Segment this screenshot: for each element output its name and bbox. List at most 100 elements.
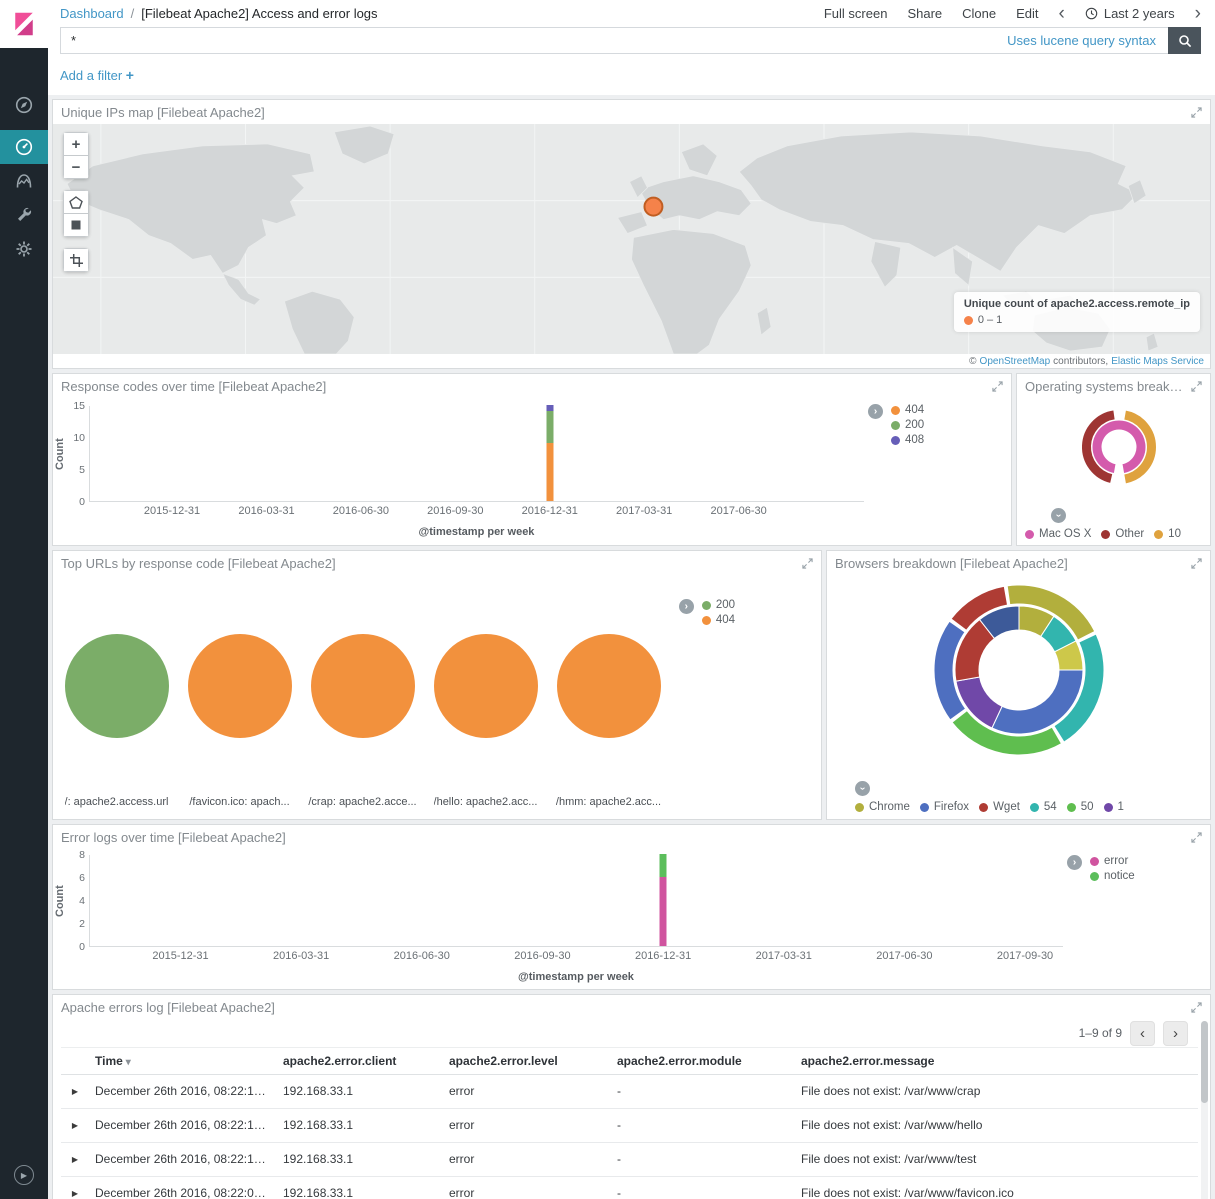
legend-item-408[interactable]: 408: [891, 434, 924, 446]
column-header-Time[interactable]: Time▾: [89, 1048, 277, 1075]
y-axis-tick: 15: [73, 400, 85, 412]
elastic-maps-service-link[interactable]: Elastic Maps Service: [1111, 356, 1204, 367]
pie-chart[interactable]: [557, 634, 661, 738]
pie-item: /crap: apache2.acce...: [301, 634, 424, 808]
time-forward-button[interactable]: ›: [1195, 4, 1201, 23]
lucene-syntax-link[interactable]: Uses lucene query syntax: [1007, 33, 1156, 48]
legend-item-error[interactable]: error: [1090, 855, 1135, 867]
legend-item-10[interactable]: 10: [1154, 528, 1181, 540]
expand-panel-icon[interactable]: [1191, 558, 1202, 569]
donut-chart: [1073, 401, 1165, 493]
expand-panel-icon[interactable]: [1191, 107, 1202, 118]
openstreetmap-link[interactable]: OpenStreetMap: [980, 356, 1051, 367]
expand-panel-icon[interactable]: [1191, 1002, 1202, 1013]
pie-chart[interactable]: [188, 634, 292, 738]
legend-item-54[interactable]: 54: [1030, 801, 1057, 813]
fit-bounds-button[interactable]: [63, 248, 89, 272]
legend-toggle-button[interactable]: ›: [1051, 508, 1066, 523]
legend-item-1[interactable]: 1: [1104, 801, 1124, 813]
time-picker[interactable]: Last 2 years: [1085, 6, 1175, 21]
table-row: ▶December 26th 2016, 08:22:13.000192.168…: [61, 1109, 1198, 1143]
zoom-in-button[interactable]: +: [63, 132, 89, 156]
pie-chart[interactable]: [65, 634, 169, 738]
legend-dot: [964, 316, 973, 325]
world-map[interactable]: + −: [53, 124, 1210, 354]
top-bar: Dashboard / [Filebeat Apache2] Access an…: [48, 0, 1215, 27]
stacked-bar-2016-12-31[interactable]: [660, 854, 667, 946]
stacked-bar-2016-12-31[interactable]: [546, 405, 553, 501]
chart-legend: › 404 200 408: [868, 398, 1011, 545]
bar-segment-200[interactable]: [546, 411, 553, 443]
legend-item-Mac OS X[interactable]: Mac OS X: [1025, 528, 1091, 540]
y-axis-tick: 4: [79, 895, 85, 907]
search-button[interactable]: [1168, 27, 1201, 54]
legend-toggle-button[interactable]: ›: [679, 599, 694, 614]
share-button[interactable]: Share: [907, 6, 942, 21]
panel-apache-errors-log: Apache errors log [Filebeat Apache2] 1–9…: [52, 994, 1211, 1199]
table-cell: 192.168.33.1: [277, 1075, 443, 1109]
legend-item-50[interactable]: 50: [1067, 801, 1094, 813]
sidebar-item-timelion[interactable]: [0, 164, 48, 198]
draw-rectangle-button[interactable]: [63, 213, 89, 237]
time-range-label: Last 2 years: [1104, 6, 1175, 21]
sidebar-item-discover[interactable]: [0, 88, 48, 122]
bar-segment-error[interactable]: [660, 877, 667, 946]
map-legend-title: Unique count of apache2.access.remote_ip: [964, 298, 1190, 310]
legend-item-Other[interactable]: Other: [1101, 528, 1144, 540]
legend-item-200[interactable]: 200: [891, 419, 924, 431]
expand-panel-icon[interactable]: [1191, 381, 1202, 392]
table-cell: error: [443, 1109, 611, 1143]
table-cell: File does not exist: /var/www/test: [795, 1143, 1198, 1177]
edit-button[interactable]: Edit: [1016, 6, 1038, 21]
legend-label: 404: [716, 614, 735, 626]
legend-item-404[interactable]: 404: [702, 614, 735, 626]
row-expand-icon[interactable]: ▶: [61, 1143, 89, 1177]
scrollbar-thumb[interactable]: [1201, 1021, 1208, 1103]
add-filter-button[interactable]: Add a filter +: [60, 68, 134, 83]
map-marker[interactable]: [644, 198, 662, 216]
collapse-nav-button[interactable]: ▶: [14, 1165, 34, 1185]
legend-toggle-button[interactable]: ›: [855, 781, 870, 796]
draw-polygon-button[interactable]: [63, 190, 89, 214]
row-expand-icon[interactable]: ▶: [61, 1177, 89, 1199]
expand-panel-icon[interactable]: [802, 558, 813, 569]
legend-item-notice[interactable]: notice: [1090, 870, 1135, 882]
search-input[interactable]: [61, 33, 1007, 48]
sidebar-item-dashboard[interactable]: [0, 130, 48, 164]
legend-item-Wget[interactable]: Wget: [979, 801, 1020, 813]
zoom-out-button[interactable]: −: [63, 155, 89, 179]
time-back-button[interactable]: ‹: [1059, 4, 1065, 23]
expand-panel-icon[interactable]: [1191, 832, 1202, 843]
kibana-logo[interactable]: [0, 0, 48, 48]
x-axis-tick: 2016-06-30: [394, 950, 450, 962]
legend-item-404[interactable]: 404: [891, 404, 924, 416]
clone-button[interactable]: Clone: [962, 6, 996, 21]
donut-slice-Mac OS X[interactable]: [1092, 420, 1146, 474]
legend-item-Firefox[interactable]: Firefox: [920, 801, 969, 813]
row-expand-icon[interactable]: ▶: [61, 1109, 89, 1143]
legend-toggle-button[interactable]: ›: [868, 404, 883, 419]
pie-chart[interactable]: [311, 634, 415, 738]
legend-item-200[interactable]: 200: [702, 599, 735, 611]
full-screen-button[interactable]: Full screen: [824, 6, 888, 21]
plot-area[interactable]: 2015-12-312016-03-312016-06-302016-09-30…: [89, 406, 864, 502]
sidebar-item-management[interactable]: [0, 232, 48, 266]
prev-page-button[interactable]: ‹: [1130, 1021, 1155, 1046]
y-axis: 051015: [63, 398, 85, 545]
next-page-button[interactable]: ›: [1163, 1021, 1188, 1046]
expand-panel-icon[interactable]: [992, 381, 1003, 392]
legend-toggle-button[interactable]: ›: [1067, 855, 1082, 870]
table-row: ▶December 26th 2016, 08:22:08.000192.168…: [61, 1177, 1198, 1199]
sidebar-item-dev-tools[interactable]: [0, 198, 48, 232]
legend-item-Chrome[interactable]: Chrome: [855, 801, 910, 813]
x-axis-tick: 2016-06-30: [333, 505, 389, 517]
pie-chart[interactable]: [434, 634, 538, 738]
plot-area[interactable]: 2015-12-312016-03-312016-06-302016-09-30…: [89, 855, 1063, 947]
breadcrumb-dashboard-link[interactable]: Dashboard: [60, 6, 124, 21]
y-axis-tick: 0: [79, 941, 85, 953]
bar-segment-404[interactable]: [546, 443, 553, 501]
table-scrollbar[interactable]: [1201, 1021, 1208, 1199]
top-urls-pies: › 200404 /: apache2.access.url/favicon.i…: [53, 575, 821, 819]
bar-segment-notice[interactable]: [660, 854, 667, 877]
row-expand-icon[interactable]: ▶: [61, 1075, 89, 1109]
